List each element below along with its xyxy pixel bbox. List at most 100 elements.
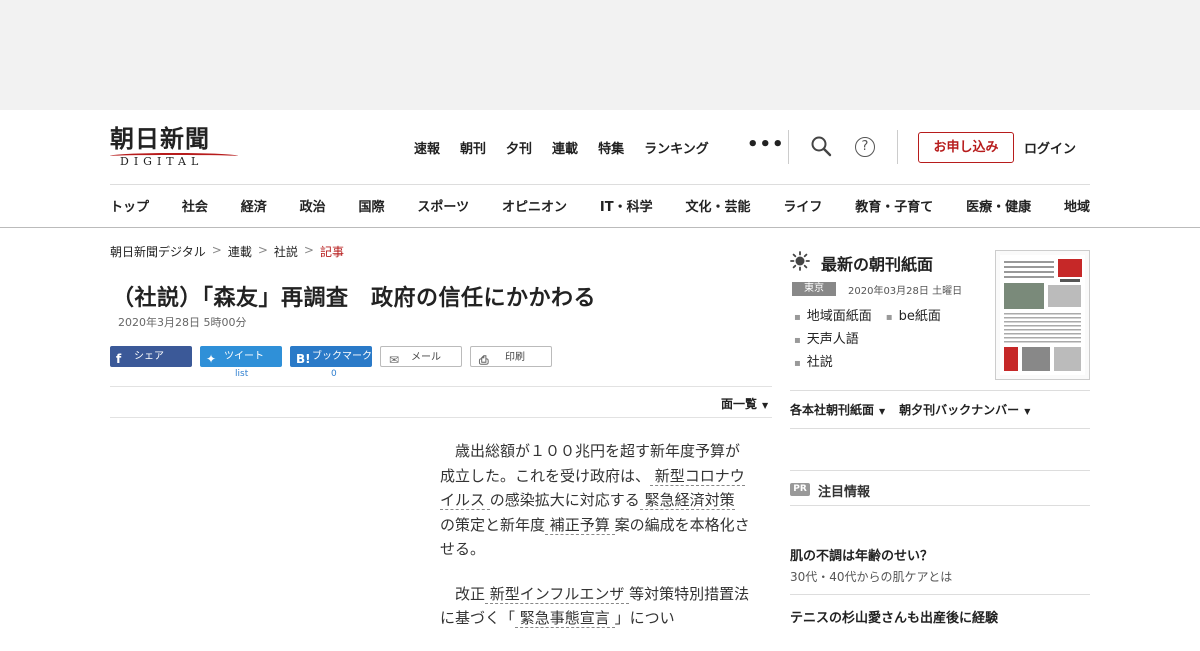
breadcrumb-item[interactable]: 朝日新聞デジタル — [110, 243, 206, 260]
share-label: シェア — [134, 351, 164, 362]
category-item[interactable]: オピニオン — [502, 196, 567, 215]
article-paragraph: 改正 新型インフルエンザ 等対策特別措置法に基づく「 緊急事態宣言 」につい — [440, 582, 752, 631]
site-header: 朝日新聞 DIGITAL 速報 朝刊 夕刊 連載 特集 ランキング ••• ? … — [0, 110, 1200, 228]
topnav-item[interactable]: 速報 — [414, 138, 440, 157]
category-item[interactable]: 教育・子育て — [855, 196, 933, 215]
hatena-bookmark-button[interactable]: B! ブックマーク — [290, 346, 372, 367]
paper-links: ▪ 地域面紙面 ▪ be紙面 ▪ 天声人語 ▪ 社説 — [794, 309, 941, 370]
newspaper-thumbnail[interactable] — [995, 250, 1090, 380]
paper-menu-item[interactable]: 朝夕刊バックナンバー ▼ — [899, 401, 1030, 418]
divider — [790, 505, 1090, 506]
keyword-link[interactable]: 緊急経済対策 — [639, 491, 735, 510]
topnav-item[interactable]: 特集 — [598, 138, 624, 157]
hatena-count[interactable]: 0 — [331, 369, 337, 379]
article-date: 2020年3月28日 5時00分 — [118, 316, 247, 329]
region-badge[interactable]: 東京 — [792, 282, 836, 296]
category-item[interactable]: 国際 — [359, 196, 385, 215]
category-item[interactable]: 医療・健康 — [966, 196, 1031, 215]
category-item[interactable]: トップ — [110, 196, 149, 215]
breadcrumb-item[interactable]: 社説 — [274, 243, 298, 260]
pr-item-headline[interactable]: テニスの杉山愛さんも出産後に経験 — [790, 607, 998, 626]
caret-down-icon: ▼ — [762, 401, 769, 410]
newspaper-page-image — [1000, 255, 1085, 375]
paragraph-text: の感染拡大に対応する — [489, 491, 640, 509]
breadcrumb-separator: > — [303, 243, 314, 257]
search-icon[interactable] — [809, 134, 833, 158]
share-label: ツイート — [224, 351, 264, 362]
paper-link[interactable]: 天声人語 — [807, 332, 859, 347]
paper-menu: 各本社朝刊紙面 ▼ 朝夕刊バックナンバー ▼ — [790, 401, 1030, 418]
article-title: （社説）「森友」再調査 政府の信任にかかわる — [112, 286, 597, 311]
subscribe-button[interactable]: お申し込み — [918, 132, 1014, 163]
logo-sub-text: DIGITAL — [120, 155, 204, 168]
paper-menu-item[interactable]: 各本社朝刊紙面 ▼ — [790, 401, 885, 418]
article-paragraph: 歳出総額が１００兆円を超す新年度予算が成立した。これを受け政府は、 新型コロナウ… — [440, 439, 752, 562]
breadcrumb-current: 記事 — [319, 245, 344, 259]
pr-item-subtext[interactable]: 30代・40代からの肌ケアとは — [790, 568, 952, 585]
topnav-item[interactable]: 朝刊 — [460, 138, 486, 157]
category-item[interactable]: 文化・芸能 — [685, 196, 750, 215]
paper-link[interactable]: be紙面 — [899, 309, 941, 324]
divider — [790, 470, 1090, 471]
divider — [110, 386, 772, 387]
hatena-bookmark-icon: B! — [296, 352, 311, 366]
pr-item-headline[interactable]: 肌の不調は年齢のせい？ — [790, 545, 933, 564]
category-nav: トップ 社会 経済 政治 国際 スポーツ オピニオン IT・科学 文化・芸能 ラ… — [110, 196, 1090, 215]
category-item[interactable]: ライフ — [783, 196, 822, 215]
topnav-item[interactable]: 夕刊 — [506, 138, 532, 157]
category-item[interactable]: 社会 — [182, 196, 208, 215]
breadcrumb-separator: > — [211, 243, 222, 257]
login-link[interactable]: ログイン — [1024, 138, 1076, 157]
sun-icon — [790, 251, 810, 271]
breadcrumb-item[interactable]: 連載 — [228, 243, 252, 260]
paper-link[interactable]: 地域面紙面 — [807, 309, 872, 324]
mail-icon: ✉ — [389, 353, 400, 367]
category-item[interactable]: 地域 — [1064, 196, 1090, 215]
category-item[interactable]: 経済 — [241, 196, 267, 215]
divider — [790, 594, 1090, 595]
page-list-dropdown[interactable]: 面一覧 ▼ — [721, 395, 768, 412]
twitter-bird-icon: ✦ — [206, 352, 217, 366]
page-list-label: 面一覧 — [721, 397, 758, 411]
category-item[interactable]: スポーツ — [417, 196, 469, 215]
category-item[interactable]: IT・科学 — [600, 196, 653, 215]
twitter-share-button[interactable]: ✦ ツイート — [200, 346, 282, 367]
mail-share-button[interactable]: ✉ メール — [380, 346, 462, 367]
paper-date: 2020年03月28日 土曜日 — [848, 286, 963, 297]
paper-link[interactable]: 社説 — [807, 355, 833, 370]
divider — [790, 428, 1090, 429]
paragraph-text: 」につい — [614, 609, 675, 627]
top-nav: 速報 朝刊 夕刊 連載 特集 ランキング — [414, 138, 709, 157]
breadcrumb: 朝日新聞デジタル > 連載 > 社説 > 記事 — [110, 243, 344, 260]
facebook-icon: f — [116, 352, 122, 366]
share-label: ブックマーク — [312, 351, 372, 362]
divider — [790, 390, 1090, 391]
divider — [788, 130, 789, 164]
article-body: 歳出総額が１００兆円を超す新年度予算が成立した。これを受け政府は、 新型コロナウ… — [440, 439, 752, 651]
print-button[interactable]: ⎙ 印刷 — [470, 346, 552, 367]
help-icon[interactable]: ? — [855, 137, 875, 157]
caret-down-icon: ▼ — [879, 407, 886, 416]
site-logo[interactable]: 朝日新聞 DIGITAL — [110, 126, 240, 170]
twitter-count[interactable]: list — [235, 369, 248, 379]
share-label: メール — [411, 352, 441, 363]
caret-down-icon: ▼ — [1024, 407, 1031, 416]
paragraph-text: 改正 — [455, 584, 486, 603]
printer-icon: ⎙ — [479, 353, 489, 367]
category-item[interactable]: 政治 — [300, 196, 326, 215]
topnav-item[interactable]: ランキング — [644, 138, 709, 157]
header-divider — [110, 184, 1090, 185]
latest-paper-title[interactable]: 最新の朝刊紙面 — [821, 251, 933, 275]
share-label: 印刷 — [505, 352, 525, 363]
keyword-link[interactable]: 新型インフルエンザ — [485, 584, 630, 604]
keyword-link[interactable]: 補正予算 — [545, 515, 615, 535]
pr-badge: PR — [790, 483, 810, 496]
topnav-item[interactable]: 連載 — [552, 138, 578, 157]
divider — [897, 130, 898, 164]
breadcrumb-separator: > — [257, 243, 268, 257]
facebook-share-button[interactable]: f シェア — [110, 346, 192, 367]
more-dots-icon[interactable]: ••• — [747, 134, 785, 155]
pr-section-title: 注目情報 — [818, 485, 871, 500]
paragraph-text: の策定と新年度 — [440, 515, 546, 534]
keyword-link[interactable]: 緊急事態宣言 — [515, 609, 615, 628]
